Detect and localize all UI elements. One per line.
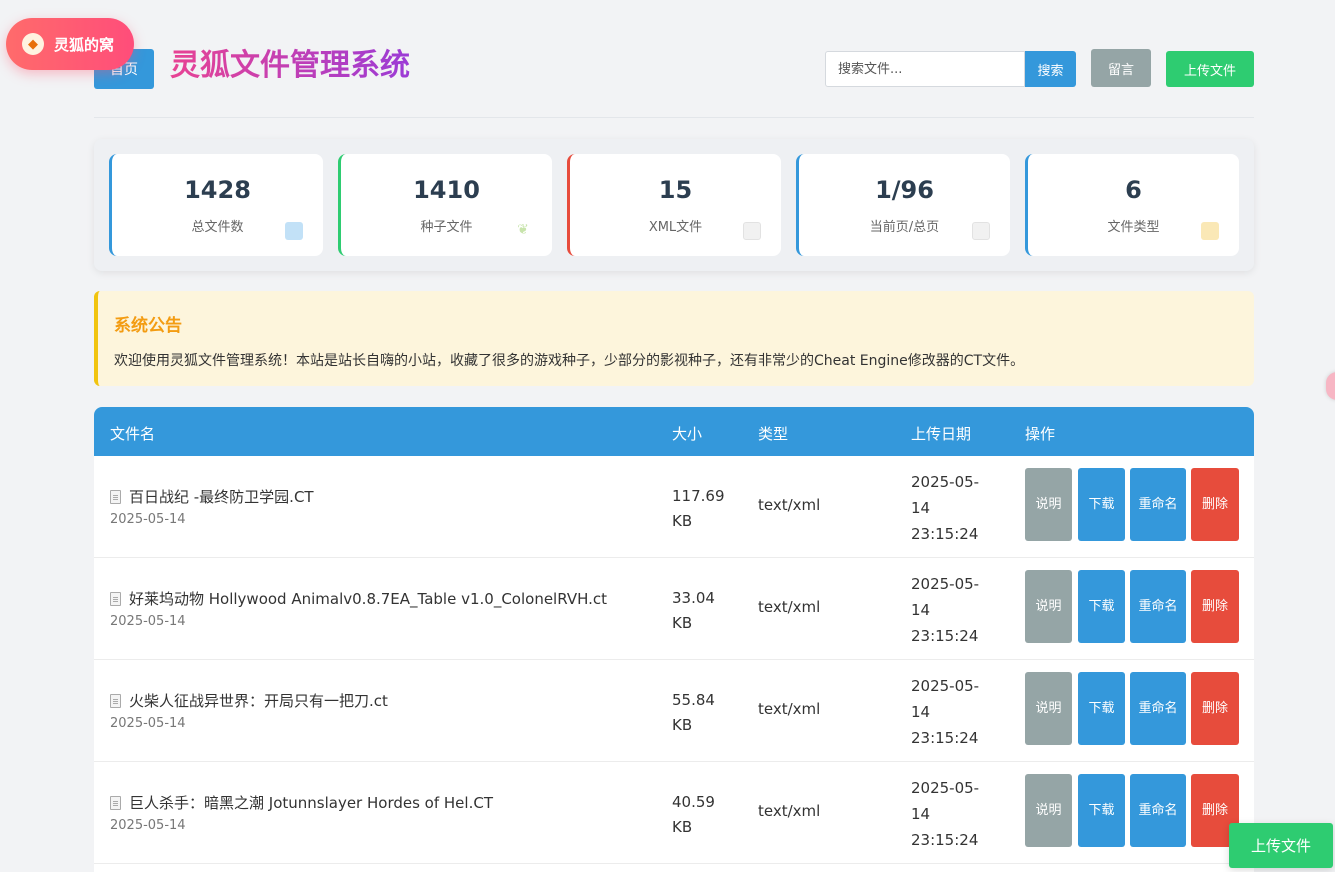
file-type: text/xml [758, 598, 821, 616]
row-actions: 说明 下载 重命名 删除 [1008, 660, 1254, 761]
file-uploaded: 2025-05-14 23:15:24 [911, 779, 980, 849]
document-icon [743, 222, 761, 240]
download-button[interactable]: 下载 [1078, 774, 1125, 847]
file-name[interactable]: 好莱坞动物 Hollywood Animalv0.8.7EA_Table v1.… [110, 588, 607, 609]
page-icon [972, 222, 990, 240]
file-icon [110, 795, 121, 810]
row-actions: 说明 下载 重命名 删除 [1008, 762, 1254, 863]
header-divider [94, 117, 1254, 118]
delete-button[interactable]: 删除 [1191, 570, 1239, 643]
file-name[interactable]: 百日战纪 -最终防卫学园.CT [110, 486, 314, 507]
describe-button[interactable]: 说明 [1025, 774, 1072, 847]
row-actions: 说明 下载 重命名 删除 [1008, 558, 1254, 659]
search-button[interactable]: 搜索 [1025, 51, 1076, 87]
file-size: 33.04 KB [672, 589, 715, 632]
file-table: 文件名 大小 类型 上传日期 操作 百日战纪 -最终防卫学园.CT 2025-0… [94, 407, 1254, 872]
file-date: 2025-05-14 [110, 614, 186, 629]
table-row: 好莱坞动物 Hollywood Animalv0.8.7EA_Table v1.… [94, 558, 1254, 660]
download-button[interactable]: 下载 [1078, 570, 1125, 643]
delete-button[interactable]: 删除 [1191, 468, 1239, 541]
table-header: 文件名 大小 类型 上传日期 操作 [94, 407, 1254, 456]
file-icon [110, 489, 121, 504]
notice-title: 系统公告 [114, 316, 182, 336]
side-widget-icon[interactable] [1326, 372, 1335, 400]
file-date: 2025-05-14 [110, 716, 186, 731]
refresh-icon [285, 222, 303, 240]
file-size: 40.59 KB [672, 793, 715, 836]
file-uploaded: 2025-05-14 23:15:24 [911, 575, 980, 645]
file-name[interactable]: 巨人杀手：暗黑之潮 Jotunnslayer Hordes of Hel.CT [110, 792, 493, 813]
stat-card-total: 1428 总文件数 [109, 154, 323, 256]
rename-button[interactable]: 重命名 [1130, 468, 1186, 541]
upload-button[interactable]: 上传文件 [1166, 51, 1254, 87]
fox-icon: ◆ [22, 33, 44, 55]
system-notice: 系统公告 欢迎使用灵狐文件管理系统！本站是站长自嗨的小站，收藏了很多的游戏种子，… [94, 291, 1254, 386]
floating-upload-button[interactable]: 上传文件 [1229, 823, 1333, 868]
seedling-icon: ❦ [517, 222, 529, 238]
header-actions: 操作 [1025, 425, 1056, 443]
download-button[interactable]: 下载 [1078, 468, 1125, 541]
header: 首页 灵狐文件管理系统 搜索 留言 上传文件 [94, 46, 1254, 96]
rename-button[interactable]: 重命名 [1130, 672, 1186, 745]
stat-value: 1/96 [875, 176, 934, 204]
row-actions: 说明 下载 重命名 删除 [1008, 456, 1254, 557]
delete-button[interactable]: 删除 [1191, 672, 1239, 745]
file-icon [110, 693, 121, 708]
table-row: 百日战纪 -最终防卫学园.CT 2025-05-14 117.69 KB tex… [94, 456, 1254, 558]
stat-value: 15 [658, 176, 693, 204]
rename-button[interactable]: 重命名 [1130, 774, 1186, 847]
fox-badge[interactable]: ◆ 灵狐的窝 [6, 18, 134, 70]
file-size: 55.84 KB [672, 691, 715, 734]
file-uploaded: 2025-05-14 23:15:24 [911, 473, 980, 543]
stat-card-page: 1/96 当前页/总页 [796, 154, 1010, 256]
stat-card-torrent: 1410 种子文件 ❦ [338, 154, 552, 256]
download-button[interactable]: 下载 [1078, 672, 1125, 745]
search-input[interactable] [825, 51, 1025, 87]
header-type: 类型 [758, 425, 789, 443]
describe-button[interactable]: 说明 [1025, 570, 1072, 643]
file-icon [110, 591, 121, 606]
message-button[interactable]: 留言 [1091, 49, 1151, 87]
table-row: 巨人杀手：暗黑之潮 Jotunnslayer Hordes of Hel.CT … [94, 762, 1254, 864]
header-filename: 文件名 [110, 425, 156, 443]
site-title: 灵狐文件管理系统 [170, 46, 410, 90]
file-type: text/xml [758, 802, 821, 820]
file-type: text/xml [758, 700, 821, 718]
stats-panel: 1428 总文件数 1410 种子文件 ❦ 15 XML文件 1/96 当前页/… [94, 139, 1254, 271]
file-date: 2025-05-14 [110, 818, 186, 833]
describe-button[interactable]: 说明 [1025, 672, 1072, 745]
stat-value: 1428 [184, 176, 251, 204]
stat-card-types: 6 文件类型 [1025, 154, 1239, 256]
file-type: text/xml [758, 496, 821, 514]
file-name[interactable]: 火柴人征战异世界：开局只有一把刀.ct [110, 690, 388, 711]
table-row: 火柴人征战异世界：开局只有一把刀.ct 2025-05-14 55.84 KB … [94, 660, 1254, 762]
stat-card-xml: 15 XML文件 [567, 154, 781, 256]
describe-button[interactable]: 说明 [1025, 468, 1072, 541]
badge-label: 灵狐的窝 [54, 35, 115, 54]
rename-button[interactable]: 重命名 [1130, 570, 1186, 643]
file-date: 2025-05-14 [110, 512, 186, 527]
stat-value: 1410 [413, 176, 480, 204]
notice-text: 欢迎使用灵狐文件管理系统！本站是站长自嗨的小站，收藏了很多的游戏种子，少部分的影… [114, 353, 1025, 369]
header-upload-date: 上传日期 [911, 425, 972, 443]
folder-icon [1201, 222, 1219, 240]
file-size: 117.69 KB [672, 487, 725, 530]
stat-value: 6 [1125, 176, 1142, 204]
file-uploaded: 2025-05-14 23:15:24 [911, 677, 980, 747]
header-size: 大小 [672, 425, 703, 443]
